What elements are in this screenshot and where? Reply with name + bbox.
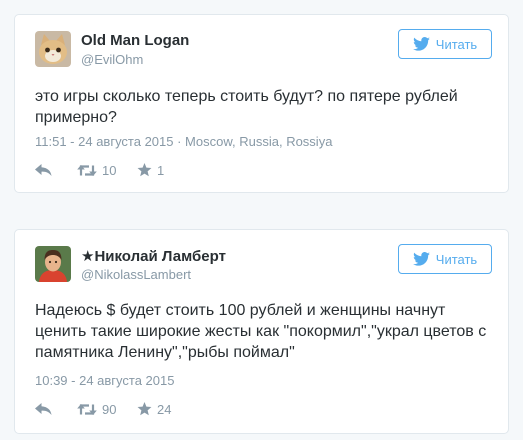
- follow-label: Читать: [435, 251, 478, 267]
- tweet-timestamp[interactable]: 10:39 - 24 августа 2015: [35, 373, 174, 388]
- tweet-card: Old Man Logan @EvilOhm Читать это игры с…: [14, 14, 509, 193]
- author-handle[interactable]: @EvilOhm: [81, 52, 143, 67]
- retweet-count: 90: [102, 401, 117, 417]
- favorite-button[interactable]: 1: [137, 163, 164, 178]
- author-handle[interactable]: @NikolassLambert: [81, 267, 191, 282]
- follow-button[interactable]: Читать: [398, 244, 492, 274]
- favorite-count: 24: [157, 401, 172, 417]
- star-icon: [137, 402, 152, 416]
- follow-label: Читать: [435, 36, 478, 52]
- retweet-icon: [77, 164, 97, 176]
- tweet-text: Надеюсь $ будет стоить 100 рублей и женщ…: [35, 302, 487, 361]
- tweet-text: это игры сколько теперь стоить будут? по…: [35, 88, 458, 126]
- reply-icon: [35, 164, 52, 176]
- retweet-icon: [77, 403, 97, 415]
- cat-avatar-icon: [35, 31, 71, 67]
- person-avatar-icon: [35, 246, 71, 282]
- follow-button[interactable]: Читать: [398, 29, 492, 59]
- reply-button[interactable]: [35, 403, 77, 415]
- reply-button[interactable]: [35, 164, 77, 176]
- twitter-bird-icon: [412, 37, 430, 51]
- star-icon: [137, 163, 152, 177]
- favorite-count: 1: [157, 162, 165, 178]
- tweet-actions: 90 24: [35, 399, 171, 419]
- author-name[interactable]: Old Man Logan: [81, 32, 189, 49]
- reply-icon: [35, 403, 52, 415]
- retweet-button[interactable]: 10: [77, 163, 137, 178]
- tweet-actions: 10 1: [35, 160, 164, 180]
- favorite-button[interactable]: 24: [137, 402, 171, 417]
- avatar[interactable]: [35, 31, 71, 67]
- tweet-card: ★Николай Ламберт @NikolassLambert Читать…: [14, 229, 509, 434]
- retweet-count: 10: [102, 162, 117, 178]
- avatar[interactable]: [35, 246, 71, 282]
- retweet-button[interactable]: 90: [77, 402, 137, 417]
- tweet-timestamp[interactable]: 11:51 - 24 августа 2015 · Moscow, Russia…: [35, 134, 332, 149]
- author-name[interactable]: ★Николай Ламберт: [81, 247, 226, 265]
- twitter-bird-icon: [412, 252, 430, 266]
